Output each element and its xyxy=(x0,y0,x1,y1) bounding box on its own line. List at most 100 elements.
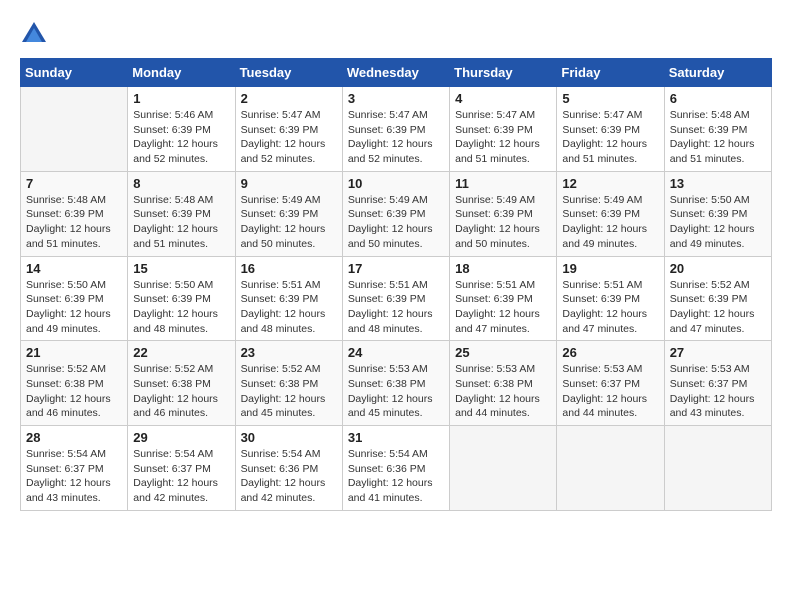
calendar-week-row: 1 Sunrise: 5:46 AM Sunset: 6:39 PM Daylig… xyxy=(21,87,772,172)
day-number: 25 xyxy=(455,345,551,360)
day-number: 1 xyxy=(133,91,229,106)
calendar-cell: 15 Sunrise: 5:50 AM Sunset: 6:39 PM Dayli… xyxy=(128,256,235,341)
day-info: Sunrise: 5:50 AM Sunset: 6:39 PM Dayligh… xyxy=(670,193,766,252)
header-day: Friday xyxy=(557,59,664,87)
day-info: Sunrise: 5:54 AM Sunset: 6:37 PM Dayligh… xyxy=(133,447,229,506)
header-day: Monday xyxy=(128,59,235,87)
day-number: 29 xyxy=(133,430,229,445)
calendar-week-row: 21 Sunrise: 5:52 AM Sunset: 6:38 PM Dayli… xyxy=(21,341,772,426)
day-info: Sunrise: 5:54 AM Sunset: 6:36 PM Dayligh… xyxy=(241,447,337,506)
day-info: Sunrise: 5:49 AM Sunset: 6:39 PM Dayligh… xyxy=(348,193,444,252)
day-info: Sunrise: 5:51 AM Sunset: 6:39 PM Dayligh… xyxy=(348,278,444,337)
calendar-cell xyxy=(21,87,128,172)
day-info: Sunrise: 5:47 AM Sunset: 6:39 PM Dayligh… xyxy=(455,108,551,167)
calendar-cell: 30 Sunrise: 5:54 AM Sunset: 6:36 PM Dayli… xyxy=(235,426,342,511)
day-number: 12 xyxy=(562,176,658,191)
day-number: 19 xyxy=(562,261,658,276)
header-day: Wednesday xyxy=(342,59,449,87)
calendar-week-row: 28 Sunrise: 5:54 AM Sunset: 6:37 PM Dayli… xyxy=(21,426,772,511)
calendar-cell: 14 Sunrise: 5:50 AM Sunset: 6:39 PM Dayli… xyxy=(21,256,128,341)
day-info: Sunrise: 5:51 AM Sunset: 6:39 PM Dayligh… xyxy=(241,278,337,337)
calendar-cell: 22 Sunrise: 5:52 AM Sunset: 6:38 PM Dayli… xyxy=(128,341,235,426)
day-info: Sunrise: 5:52 AM Sunset: 6:39 PM Dayligh… xyxy=(670,278,766,337)
logo-icon xyxy=(20,20,48,48)
day-number: 7 xyxy=(26,176,122,191)
day-number: 28 xyxy=(26,430,122,445)
calendar-week-row: 7 Sunrise: 5:48 AM Sunset: 6:39 PM Daylig… xyxy=(21,171,772,256)
calendar-cell: 11 Sunrise: 5:49 AM Sunset: 6:39 PM Dayli… xyxy=(450,171,557,256)
day-number: 21 xyxy=(26,345,122,360)
day-number: 15 xyxy=(133,261,229,276)
calendar-cell: 6 Sunrise: 5:48 AM Sunset: 6:39 PM Daylig… xyxy=(664,87,771,172)
day-info: Sunrise: 5:49 AM Sunset: 6:39 PM Dayligh… xyxy=(241,193,337,252)
day-number: 9 xyxy=(241,176,337,191)
day-info: Sunrise: 5:53 AM Sunset: 6:37 PM Dayligh… xyxy=(562,362,658,421)
day-number: 26 xyxy=(562,345,658,360)
day-info: Sunrise: 5:53 AM Sunset: 6:37 PM Dayligh… xyxy=(670,362,766,421)
day-info: Sunrise: 5:46 AM Sunset: 6:39 PM Dayligh… xyxy=(133,108,229,167)
calendar-cell: 28 Sunrise: 5:54 AM Sunset: 6:37 PM Dayli… xyxy=(21,426,128,511)
day-number: 20 xyxy=(670,261,766,276)
day-number: 31 xyxy=(348,430,444,445)
header-day: Tuesday xyxy=(235,59,342,87)
day-number: 18 xyxy=(455,261,551,276)
day-number: 10 xyxy=(348,176,444,191)
calendar-cell xyxy=(557,426,664,511)
calendar-cell: 12 Sunrise: 5:49 AM Sunset: 6:39 PM Dayli… xyxy=(557,171,664,256)
day-info: Sunrise: 5:51 AM Sunset: 6:39 PM Dayligh… xyxy=(455,278,551,337)
calendar-cell: 21 Sunrise: 5:52 AM Sunset: 6:38 PM Dayli… xyxy=(21,341,128,426)
day-info: Sunrise: 5:48 AM Sunset: 6:39 PM Dayligh… xyxy=(133,193,229,252)
day-info: Sunrise: 5:50 AM Sunset: 6:39 PM Dayligh… xyxy=(133,278,229,337)
calendar-cell xyxy=(450,426,557,511)
day-number: 23 xyxy=(241,345,337,360)
calendar-cell: 31 Sunrise: 5:54 AM Sunset: 6:36 PM Dayli… xyxy=(342,426,449,511)
day-info: Sunrise: 5:49 AM Sunset: 6:39 PM Dayligh… xyxy=(455,193,551,252)
calendar-cell: 20 Sunrise: 5:52 AM Sunset: 6:39 PM Dayli… xyxy=(664,256,771,341)
calendar-cell: 25 Sunrise: 5:53 AM Sunset: 6:38 PM Dayli… xyxy=(450,341,557,426)
day-number: 3 xyxy=(348,91,444,106)
header-row: SundayMondayTuesdayWednesdayThursdayFrid… xyxy=(21,59,772,87)
calendar-cell: 3 Sunrise: 5:47 AM Sunset: 6:39 PM Daylig… xyxy=(342,87,449,172)
day-info: Sunrise: 5:52 AM Sunset: 6:38 PM Dayligh… xyxy=(133,362,229,421)
day-info: Sunrise: 5:54 AM Sunset: 6:37 PM Dayligh… xyxy=(26,447,122,506)
calendar-cell: 4Sunrise: 5:47 AM Sunset: 6:39 PM Daylig… xyxy=(450,87,557,172)
day-number: 30 xyxy=(241,430,337,445)
day-number: 17 xyxy=(348,261,444,276)
day-info: Sunrise: 5:47 AM Sunset: 6:39 PM Dayligh… xyxy=(562,108,658,167)
day-number: 14 xyxy=(26,261,122,276)
calendar-week-row: 14 Sunrise: 5:50 AM Sunset: 6:39 PM Dayli… xyxy=(21,256,772,341)
page-header xyxy=(20,20,772,48)
calendar-cell: 10 Sunrise: 5:49 AM Sunset: 6:39 PM Dayli… xyxy=(342,171,449,256)
day-info: Sunrise: 5:54 AM Sunset: 6:36 PM Dayligh… xyxy=(348,447,444,506)
calendar-cell: 2Sunrise: 5:47 AM Sunset: 6:39 PM Daylig… xyxy=(235,87,342,172)
header-day: Saturday xyxy=(664,59,771,87)
calendar-cell xyxy=(664,426,771,511)
day-number: 13 xyxy=(670,176,766,191)
calendar-cell: 16Sunrise: 5:51 AM Sunset: 6:39 PM Dayli… xyxy=(235,256,342,341)
logo xyxy=(20,20,52,48)
day-number: 8 xyxy=(133,176,229,191)
day-number: 22 xyxy=(133,345,229,360)
calendar-cell: 5Sunrise: 5:47 AM Sunset: 6:39 PM Daylig… xyxy=(557,87,664,172)
calendar-cell: 19Sunrise: 5:51 AM Sunset: 6:39 PM Dayli… xyxy=(557,256,664,341)
day-number: 27 xyxy=(670,345,766,360)
day-info: Sunrise: 5:53 AM Sunset: 6:38 PM Dayligh… xyxy=(455,362,551,421)
calendar-cell: 1 Sunrise: 5:46 AM Sunset: 6:39 PM Daylig… xyxy=(128,87,235,172)
day-number: 11 xyxy=(455,176,551,191)
day-info: Sunrise: 5:47 AM Sunset: 6:39 PM Dayligh… xyxy=(348,108,444,167)
calendar-cell: 17 Sunrise: 5:51 AM Sunset: 6:39 PM Dayli… xyxy=(342,256,449,341)
calendar-cell: 13 Sunrise: 5:50 AM Sunset: 6:39 PM Dayli… xyxy=(664,171,771,256)
calendar-cell: 27 Sunrise: 5:53 AM Sunset: 6:37 PM Dayli… xyxy=(664,341,771,426)
calendar-table: SundayMondayTuesdayWednesdayThursdayFrid… xyxy=(20,58,772,511)
day-info: Sunrise: 5:48 AM Sunset: 6:39 PM Dayligh… xyxy=(670,108,766,167)
day-number: 6 xyxy=(670,91,766,106)
day-info: Sunrise: 5:49 AM Sunset: 6:39 PM Dayligh… xyxy=(562,193,658,252)
day-info: Sunrise: 5:48 AM Sunset: 6:39 PM Dayligh… xyxy=(26,193,122,252)
day-info: Sunrise: 5:50 AM Sunset: 6:39 PM Dayligh… xyxy=(26,278,122,337)
calendar-cell: 24Sunrise: 5:53 AM Sunset: 6:38 PM Dayli… xyxy=(342,341,449,426)
calendar-cell: 23Sunrise: 5:52 AM Sunset: 6:38 PM Dayli… xyxy=(235,341,342,426)
day-info: Sunrise: 5:52 AM Sunset: 6:38 PM Dayligh… xyxy=(26,362,122,421)
calendar-cell: 8 Sunrise: 5:48 AM Sunset: 6:39 PM Daylig… xyxy=(128,171,235,256)
day-number: 2 xyxy=(241,91,337,106)
calendar-cell: 9 Sunrise: 5:49 AM Sunset: 6:39 PM Daylig… xyxy=(235,171,342,256)
